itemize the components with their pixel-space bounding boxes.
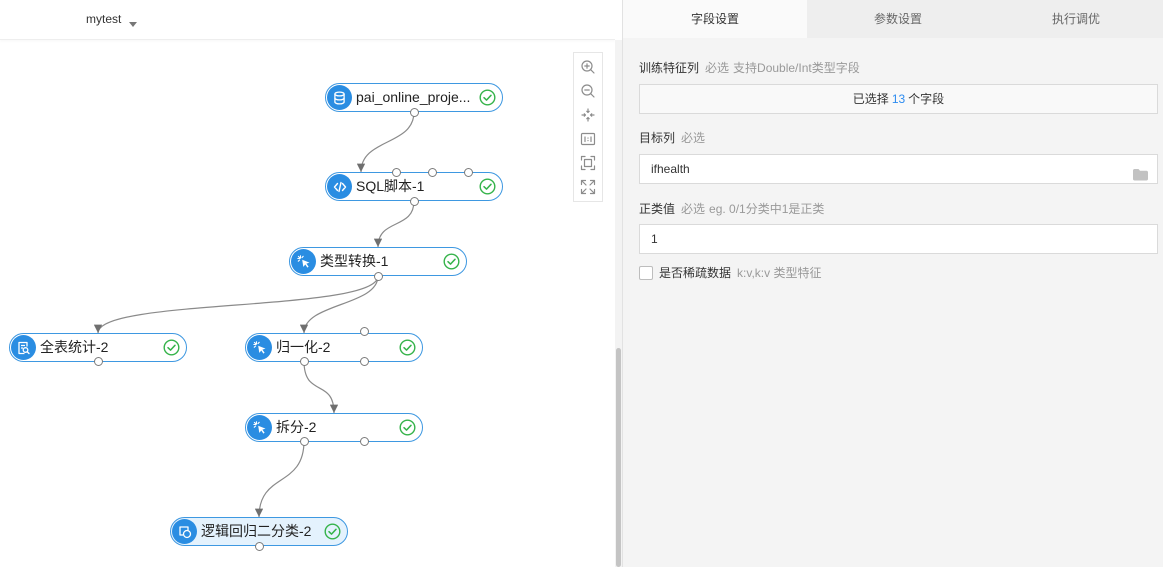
fullscreen-icon[interactable]: [578, 177, 598, 197]
input-port[interactable]: [428, 168, 437, 177]
output-port[interactable]: [374, 272, 383, 281]
output-port[interactable]: [300, 437, 309, 446]
check-circle-icon: [163, 339, 180, 356]
output-port[interactable]: [360, 357, 369, 366]
canvas-area[interactable]: mytest pai_online_proje... SQL脚本-1 类型转换-…: [0, 0, 615, 567]
node-label: 拆分-2: [276, 419, 317, 435]
check-circle-icon: [443, 253, 460, 270]
input-port[interactable]: [464, 168, 473, 177]
tab-execution-tuning[interactable]: 执行调优: [989, 0, 1163, 38]
zoom-in-icon[interactable]: [578, 57, 598, 77]
target-column-field[interactable]: ifhealth: [639, 154, 1158, 184]
node-label: pai_online_proje...: [356, 89, 471, 105]
tab-field-settings[interactable]: 字段设置: [623, 0, 807, 38]
model-icon: [172, 519, 197, 544]
search-document-icon: [11, 335, 36, 360]
check-circle-icon: [324, 523, 341, 540]
canvas-toolbar: [573, 52, 603, 202]
required-hint: 必选: [681, 131, 706, 145]
input-port[interactable]: [392, 168, 401, 177]
selected-prefix: 已选择: [852, 92, 889, 106]
output-port[interactable]: [410, 108, 419, 117]
positive-value-label: 正类值 必选 eg. 0/1分类中1是正类: [639, 201, 824, 217]
check-circle-icon: [479, 89, 496, 106]
caret-down-icon[interactable]: [129, 15, 137, 27]
settings-panel: 字段设置 参数设置 执行调优 训练特征列 必选 支持Double/Int类型字段 已…: [622, 0, 1163, 567]
required-hint: 必选: [681, 202, 706, 216]
code-icon: [327, 174, 352, 199]
edge-type-convert-to-normalize[interactable]: [299, 275, 379, 334]
target-column-label: 目标列 必选: [639, 130, 705, 146]
edge-source-to-sql[interactable]: [356, 111, 415, 173]
canvas-header: mytest: [0, 0, 615, 40]
positive-value-hint: eg. 0/1分类中1是正类: [709, 202, 825, 216]
database-icon: [327, 85, 352, 110]
panel-tabs: 字段设置 参数设置 执行调优: [623, 0, 1163, 38]
feature-columns-label: 训练特征列 必选 支持Double/Int类型字段: [639, 60, 860, 76]
sparse-data-checkbox[interactable]: [639, 266, 653, 280]
positive-value-field[interactable]: 1: [639, 224, 1158, 254]
edge-type-convert-to-table-stats[interactable]: [93, 275, 379, 334]
check-circle-icon: [399, 339, 416, 356]
selected-count: 13: [891, 92, 906, 106]
feature-columns-title: 训练特征列: [639, 61, 700, 75]
output-port[interactable]: [255, 542, 264, 551]
sparse-data-hint: k:v,k:v 类型特征: [737, 266, 822, 280]
zoom-out-icon[interactable]: [578, 81, 598, 101]
target-column-title: 目标列: [639, 131, 676, 145]
select-feature-columns-button[interactable]: 已选择 13 个字段: [639, 84, 1158, 114]
project-name[interactable]: mytest: [86, 11, 121, 28]
output-port[interactable]: [94, 357, 103, 366]
check-circle-icon: [399, 419, 416, 436]
node-label: 逻辑回归二分类-2: [201, 523, 312, 539]
required-hint: 必选: [705, 61, 730, 75]
actual-size-icon[interactable]: [578, 129, 598, 149]
pointer-click-icon: [247, 415, 272, 440]
canvas-scrollbar[interactable]: [615, 40, 622, 567]
positive-value-title: 正类值: [639, 202, 676, 216]
sparse-data-label[interactable]: 是否稀疏数据 k:v,k:v 类型特征: [659, 265, 821, 281]
selected-suffix: 个字段: [908, 92, 945, 106]
edge-split-to-logistic-regression[interactable]: [254, 440, 305, 518]
node-split[interactable]: 拆分-2: [245, 413, 423, 442]
node-normalize[interactable]: 归一化-2: [245, 333, 423, 362]
tab-parameter-settings[interactable]: 参数设置: [807, 0, 989, 38]
fit-view-icon[interactable]: [578, 153, 598, 173]
edge-layer: [93, 111, 415, 518]
check-circle-icon: [479, 178, 496, 195]
folder-icon[interactable]: [1133, 163, 1148, 181]
feature-columns-hint: 支持Double/Int类型字段: [733, 61, 860, 75]
sparse-data-title: 是否稀疏数据: [659, 266, 732, 280]
node-label: 类型转换-1: [320, 253, 389, 269]
output-port[interactable]: [300, 357, 309, 366]
edge-sql-to-type-convert[interactable]: [373, 200, 415, 248]
target-column-value: ifhealth: [651, 162, 690, 176]
canvas-scrollbar-thumb[interactable]: [616, 348, 621, 567]
pointer-click-icon: [291, 249, 316, 274]
fit-center-icon[interactable]: [578, 105, 598, 125]
input-port[interactable]: [360, 327, 369, 336]
edge-normalize-to-split[interactable]: [303, 360, 339, 414]
node-label: SQL脚本-1: [356, 178, 425, 194]
positive-value-value: 1: [651, 232, 658, 246]
pointer-click-icon: [247, 335, 272, 360]
output-port[interactable]: [360, 437, 369, 446]
output-port[interactable]: [410, 197, 419, 206]
